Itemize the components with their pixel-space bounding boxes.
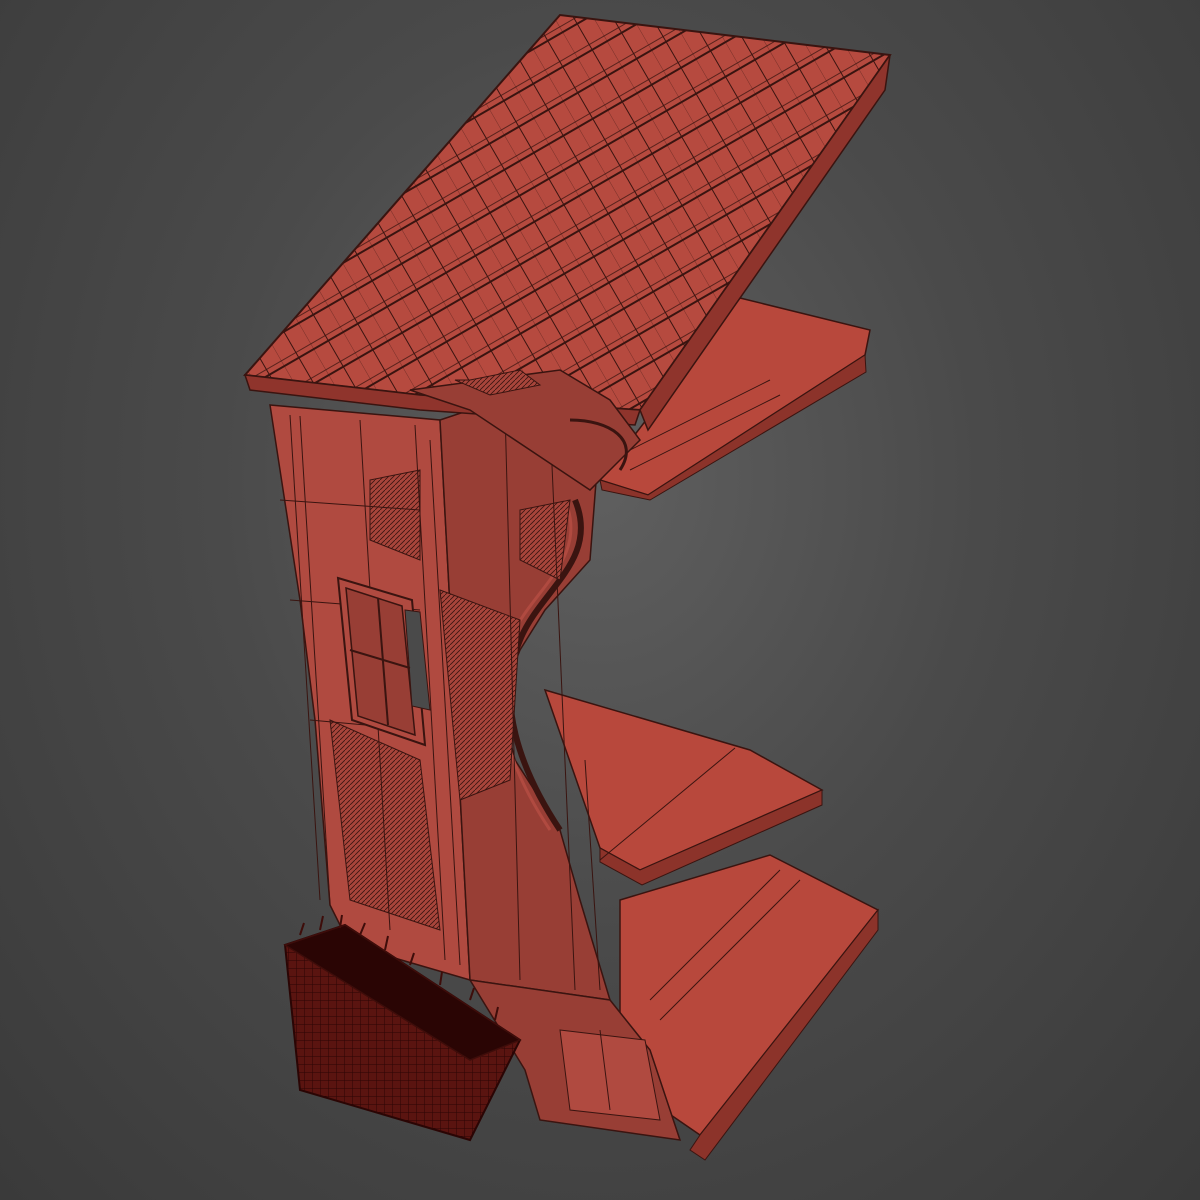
- 3d-viewport[interactable]: [0, 0, 1200, 1200]
- scene-canvas[interactable]: [0, 0, 1200, 1200]
